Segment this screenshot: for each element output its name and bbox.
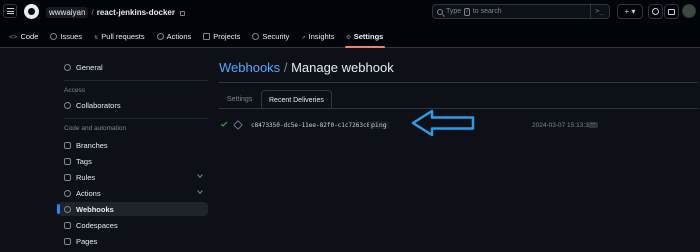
lock-icon — [179, 11, 185, 16]
play-icon — [156, 33, 164, 40]
search-prefix: Type — [446, 8, 462, 15]
tab-label: Code — [20, 32, 39, 41]
sidebar-item-label: Tags — [76, 156, 92, 166]
tab-label: Settings — [353, 32, 384, 41]
gear-icon — [64, 63, 71, 71]
header-top-row: wwwaiyan / react-jenkins-docker Type / t… — [0, 0, 700, 24]
sidebar-item-label: Pages — [76, 236, 98, 246]
people-icon — [64, 101, 71, 109]
more-options-button[interactable]: ··· — [588, 122, 598, 128]
command-palette-button[interactable]: >_ — [590, 3, 608, 18]
search-input[interactable]: Type / to search — [432, 4, 610, 19]
code-icon: <> — [9, 32, 18, 41]
tab-label: Actions — [166, 32, 192, 41]
page-title-text: Manage webhook — [291, 60, 394, 75]
avatar[interactable] — [682, 4, 696, 18]
table-icon — [203, 33, 211, 40]
sidebar-item-label: Codespaces — [76, 220, 118, 230]
shield-icon — [252, 33, 260, 40]
sidebar-heading-code-automation: Code and automation — [64, 125, 127, 132]
delivery-event-badge: ping — [369, 121, 389, 129]
inbox-icon[interactable] — [664, 4, 679, 19]
title-separator: / — [283, 60, 288, 75]
tab-label: Issues — [60, 32, 83, 41]
sidebar-item-pages[interactable]: Pages — [58, 234, 208, 248]
sidebar-item-label: Actions — [76, 188, 101, 198]
rules-icon — [64, 173, 71, 181]
sidebar-item-general[interactable]: General — [58, 60, 208, 74]
sidebar-item-label: Rules — [76, 172, 96, 182]
repo-owner-link[interactable]: wwwaiyan — [46, 7, 89, 18]
tag-icon — [64, 157, 71, 165]
chevron-down-icon — [197, 188, 203, 194]
codespaces-icon — [64, 221, 71, 229]
app-header: wwwaiyan / react-jenkins-docker Type / t… — [0, 0, 700, 48]
page-title: Webhooks / Manage webhook — [219, 60, 394, 75]
tab-projects[interactable]: Projects — [197, 25, 246, 48]
tab-issues[interactable]: Issues — [44, 25, 88, 48]
sidebar-item-rules[interactable]: Rules — [58, 170, 208, 184]
sidebar-divider — [64, 118, 208, 119]
tab-recent-deliveries[interactable]: Recent Deliveries — [261, 90, 332, 109]
create-new-button[interactable]: + ▾ — [617, 4, 643, 19]
annotation-arrow-icon — [411, 109, 475, 137]
sidebar-item-actions[interactable]: Actions — [58, 186, 208, 200]
tab-code[interactable]: <> Code — [3, 25, 44, 48]
title-divider — [219, 82, 698, 83]
tab-label: Insights — [308, 32, 335, 41]
webhook-icon — [64, 205, 71, 213]
sidebar-item-label: General — [76, 62, 103, 72]
tab-security[interactable]: Security — [246, 25, 295, 48]
issues-icon[interactable] — [648, 4, 663, 19]
delivery-timestamp: 2024-03-07 15:13:34 — [532, 122, 593, 129]
sidebar-item-codespaces[interactable]: Codespaces — [58, 218, 208, 232]
check-icon — [220, 120, 228, 127]
pull-request-icon: ⇅ — [94, 32, 99, 41]
sidebar-item-label: Collaborators — [76, 100, 121, 110]
sidebar-item-webhooks[interactable]: Webhooks — [57, 202, 208, 216]
sidebar-heading-access: Access — [64, 87, 85, 94]
repo-name-link[interactable]: react-jenkins-docker — [97, 8, 175, 17]
package-icon — [233, 120, 243, 130]
github-logo-icon[interactable] — [24, 4, 39, 19]
graph-icon: ↗ — [301, 32, 306, 41]
sidebar-item-label: Branches — [76, 140, 108, 150]
gear-icon: ⚙ — [346, 32, 351, 41]
sidebar-divider — [64, 80, 208, 81]
repo-nav-tabs: <> Code Issues ⇅ Pull requests Actions Pro… — [0, 25, 389, 48]
breadcrumb: wwwaiyan / react-jenkins-docker — [46, 7, 185, 18]
tab-webhook-settings[interactable]: Settings — [220, 90, 259, 108]
branch-icon — [64, 141, 71, 149]
search-key-hint: / — [464, 7, 470, 16]
search-suffix: to search — [472, 8, 502, 15]
page-icon — [64, 237, 71, 245]
webhooks-breadcrumb-link[interactable]: Webhooks — [219, 60, 280, 75]
sidebar-item-tags[interactable]: Tags — [58, 154, 208, 168]
play-icon — [64, 189, 71, 197]
delivery-guid: c8473350-dc5e-11ee-82f0-c1c7263c8f2f — [251, 122, 382, 129]
tab-actions[interactable]: Actions — [151, 25, 198, 48]
tab-label: Projects — [213, 32, 241, 41]
tab-settings[interactable]: ⚙ Settings — [341, 25, 390, 48]
tab-insights[interactable]: ↗ Insights — [295, 25, 340, 48]
search-icon — [437, 8, 443, 15]
tab-pull-requests[interactable]: ⇅ Pull requests — [88, 25, 151, 48]
issue-icon — [50, 33, 58, 40]
tab-label: Security — [262, 32, 290, 41]
sidebar-item-branches[interactable]: Branches — [58, 138, 208, 152]
hamburger-menu-button[interactable] — [3, 4, 17, 18]
sidebar-item-collaborators[interactable]: Collaborators — [58, 98, 208, 112]
sidebar-item-label: Webhooks — [76, 204, 114, 214]
breadcrumb-separator: / — [91, 8, 94, 17]
chevron-down-icon — [197, 172, 203, 178]
tab-label: Pull requests — [101, 32, 145, 41]
